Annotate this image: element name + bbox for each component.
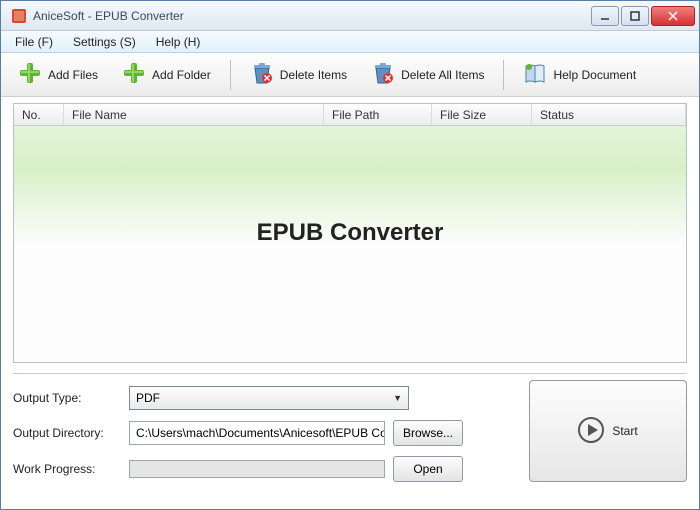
column-filesize[interactable]: File Size (432, 104, 532, 125)
trash-icon (371, 61, 395, 88)
book-icon (523, 61, 547, 88)
plus-icon (122, 61, 146, 88)
column-filename[interactable]: File Name (64, 104, 324, 125)
add-folder-label: Add Folder (152, 68, 211, 82)
window-title: AniceSoft - EPUB Converter (33, 9, 591, 23)
app-window: AniceSoft - EPUB Converter File (F) Sett… (0, 0, 700, 510)
output-type-row: Output Type: PDF ▼ (13, 386, 517, 410)
titlebar: AniceSoft - EPUB Converter (1, 1, 699, 31)
toolbar-separator (503, 60, 504, 90)
output-type-select[interactable]: PDF ▼ (129, 386, 409, 410)
work-progress-row: Work Progress: Open (13, 456, 517, 482)
add-folder-button[interactable]: Add Folder (111, 57, 222, 93)
menubar: File (F) Settings (S) Help (H) (1, 31, 699, 53)
minimize-button[interactable] (591, 6, 619, 26)
open-button[interactable]: Open (393, 456, 463, 482)
output-dir-value: C:\Users\mach\Documents\Anicesoft\EPUB C… (136, 426, 385, 440)
toolbar-separator (230, 60, 231, 90)
maximize-button[interactable] (621, 6, 649, 26)
divider (13, 373, 687, 374)
column-status[interactable]: Status (532, 104, 686, 125)
browse-button[interactable]: Browse... (393, 420, 463, 446)
trash-icon (250, 61, 274, 88)
output-type-label: Output Type: (13, 391, 121, 405)
menu-file[interactable]: File (F) (5, 33, 63, 51)
column-no[interactable]: No. (14, 104, 64, 125)
delete-all-button[interactable]: Delete All Items (360, 57, 495, 93)
menu-settings[interactable]: Settings (S) (63, 33, 146, 51)
watermark-text: EPUB Converter (257, 219, 444, 247)
start-label: Start (612, 424, 637, 438)
file-list-header: No. File Name File Path File Size Status (14, 104, 686, 126)
menu-help[interactable]: Help (H) (146, 33, 211, 51)
file-list: No. File Name File Path File Size Status… (13, 103, 687, 363)
chevron-down-icon: ▼ (393, 393, 402, 403)
settings-panel: Output Type: PDF ▼ Output Directory: C:\… (13, 380, 517, 482)
output-dir-label: Output Directory: (13, 426, 121, 440)
delete-items-button[interactable]: Delete Items (239, 57, 358, 93)
output-dir-row: Output Directory: C:\Users\mach\Document… (13, 420, 517, 446)
start-button[interactable]: Start (529, 380, 687, 482)
app-icon (11, 8, 27, 24)
add-files-button[interactable]: Add Files (7, 57, 109, 93)
help-doc-label: Help Document (553, 68, 636, 82)
play-icon (578, 417, 604, 446)
progress-bar (129, 460, 385, 478)
work-progress-label: Work Progress: (13, 462, 121, 476)
close-button[interactable] (651, 6, 695, 26)
column-filepath[interactable]: File Path (324, 104, 432, 125)
delete-all-label: Delete All Items (401, 68, 484, 82)
add-files-label: Add Files (48, 68, 98, 82)
help-document-button[interactable]: Help Document (512, 57, 647, 93)
output-type-value: PDF (136, 391, 160, 405)
plus-icon (18, 61, 42, 88)
toolbar: Add Files Add Folder Delete Items Delete… (1, 53, 699, 97)
delete-items-label: Delete Items (280, 68, 347, 82)
bottom-panel: Output Type: PDF ▼ Output Directory: C:\… (13, 380, 687, 482)
window-controls (591, 6, 695, 26)
output-dir-field[interactable]: C:\Users\mach\Documents\Anicesoft\EPUB C… (129, 421, 385, 445)
start-panel: Start (529, 380, 687, 482)
